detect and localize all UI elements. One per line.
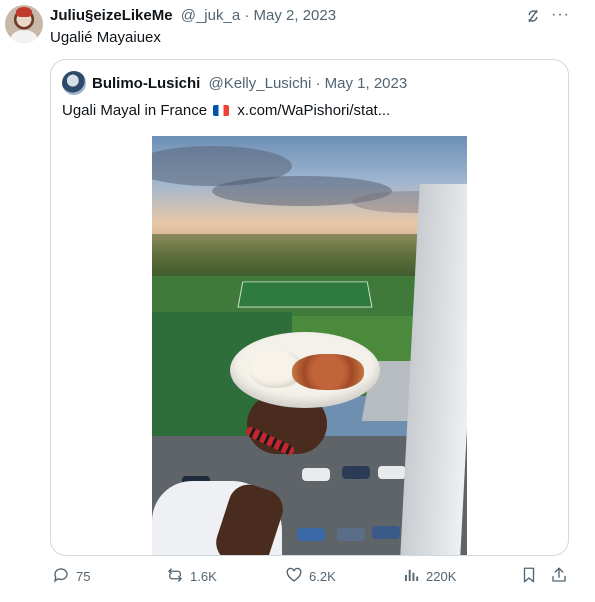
heart-icon — [285, 566, 303, 587]
quoted-tweet[interactable]: Bulimo-Lusichi @Kelly_Lusichi · May 1, 2… — [50, 59, 569, 556]
france-flag-icon — [213, 105, 230, 116]
repost-button[interactable]: 1.6K — [166, 566, 217, 587]
views-icon — [402, 566, 420, 587]
action-bar: 75 1.6K 6.2K 220K — [0, 566, 595, 594]
more-icon[interactable]: ··· — [551, 6, 570, 24]
quoted-avatar[interactable] — [62, 71, 86, 95]
tweet-text: Ugalié Mayaiuex — [50, 29, 161, 46]
reply-button[interactable]: 75 — [52, 566, 90, 587]
quoted-text-body: Ugali Mayal in France — [62, 102, 208, 119]
tweet-date[interactable]: May 2, 2023 — [254, 7, 337, 24]
reply-icon — [52, 566, 70, 587]
quoted-author-handle[interactable]: @Kelly_Lusichi — [209, 75, 312, 92]
separator: · — [315, 75, 321, 92]
quoted-link[interactable]: x.com/WaPishori/stat... — [237, 102, 390, 119]
tweet[interactable]: Juliu§eizeLikeMe @_juk_a · May 2, 2023 ·… — [0, 0, 595, 602]
author-avatar[interactable] — [5, 5, 43, 43]
repost-count: 1.6K — [190, 569, 217, 584]
tweet-header: Juliu§eizeLikeMe @_juk_a · May 2, 2023 — [50, 7, 336, 25]
quoted-header: Bulimo-Lusichi @Kelly_Lusichi · May 1, 2… — [92, 75, 407, 93]
author-name[interactable]: Juliu§eizeLikeMe — [50, 7, 173, 24]
grok-icon[interactable] — [524, 7, 542, 25]
quoted-author-name[interactable]: Bulimo-Lusichi — [92, 75, 200, 92]
author-handle[interactable]: @_juk_a — [181, 7, 240, 24]
quoted-photo[interactable] — [152, 136, 467, 555]
like-button[interactable]: 6.2K — [285, 566, 336, 587]
share-icon[interactable] — [550, 566, 568, 589]
bookmark-icon[interactable] — [520, 566, 538, 589]
separator: · — [244, 7, 250, 24]
quoted-text: Ugali Mayal in France x.com/WaPishori/st… — [62, 101, 390, 121]
repost-icon — [166, 566, 184, 587]
quoted-date[interactable]: May 1, 2023 — [325, 75, 408, 92]
views-button[interactable]: 220K — [402, 566, 456, 587]
like-count: 6.2K — [309, 569, 336, 584]
reply-count: 75 — [76, 569, 91, 584]
views-count: 220K — [426, 569, 457, 584]
